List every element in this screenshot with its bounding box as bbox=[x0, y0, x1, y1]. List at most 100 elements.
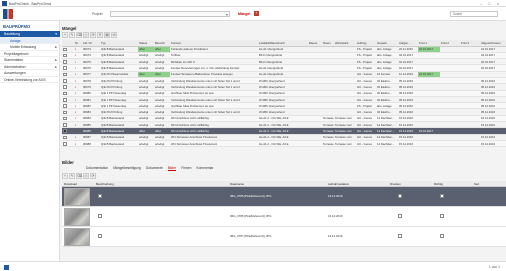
mail-icon[interactable]: ✉ bbox=[111, 32, 117, 38]
correct-checkbox[interactable] bbox=[440, 194, 444, 198]
maengel-section-title: Mängel bbox=[62, 26, 77, 31]
list-item[interactable]: IMG_0786 [PLE(Referenz)].JPG 16.12.2016 bbox=[62, 207, 506, 227]
description-checkbox[interactable] bbox=[98, 194, 102, 198]
add-icon[interactable]: + bbox=[62, 173, 68, 179]
clear-filter-icon[interactable]: × bbox=[254, 11, 259, 16]
detail-tabs: Dokumentation Mängelbeseitigung Dokumente B… bbox=[86, 166, 219, 172]
close-button[interactable]: × bbox=[497, 1, 499, 6]
sidebar-nav: Bauleitung ▾ Anlage Mobile Erfassung ▸ Pro… bbox=[0, 31, 60, 83]
project-select[interactable]: ▾ bbox=[110, 10, 230, 17]
date-text: 16.12.2016 bbox=[328, 234, 343, 238]
print-icon[interactable]: ⎙ bbox=[83, 173, 89, 179]
correct-checkbox[interactable] bbox=[440, 234, 444, 238]
column-header[interactable]: Download bbox=[64, 182, 77, 186]
column-header[interactable]: Drucken bbox=[390, 182, 401, 186]
maximize-button[interactable]: □ bbox=[488, 1, 490, 6]
tab-bilder[interactable]: Bilder bbox=[167, 166, 177, 171]
list-item[interactable]: IMG_0787 [PLE(Referenz)].JPG 16.12.2016 bbox=[62, 227, 506, 247]
row-checkbox[interactable] bbox=[63, 135, 67, 140]
row-checkbox[interactable] bbox=[63, 129, 67, 134]
row-checkbox[interactable] bbox=[63, 97, 67, 102]
brand-logo-icon bbox=[3, 9, 13, 19]
edit-icon[interactable]: ✎ bbox=[69, 173, 75, 179]
row-checkbox[interactable] bbox=[63, 66, 67, 71]
cell-kontext: WU-Terrassen Anschluss Türelement bbox=[170, 140, 258, 148]
photo-thumbnail[interactable] bbox=[64, 208, 90, 226]
edit-icon[interactable]: ✎ bbox=[69, 32, 75, 38]
description-checkbox[interactable] bbox=[98, 214, 102, 218]
tab-firmen[interactable]: Firmen bbox=[181, 166, 191, 170]
download-icon[interactable] bbox=[4, 265, 9, 270]
search-placeholder: Suche bbox=[453, 12, 463, 16]
bilder-section-title: Bilder bbox=[62, 160, 74, 165]
bilder-table: Download Beschreibung Dateiname Aufnahme… bbox=[62, 181, 506, 247]
cell-abg: 15.12.2016 bbox=[480, 140, 506, 148]
columns-icon[interactable]: ▤ bbox=[104, 32, 110, 38]
cell-f1 bbox=[418, 140, 440, 148]
cell-status: erledigt bbox=[138, 140, 154, 148]
table-row[interactable]: ▪ 00688 Q/E B Baubestand erledigt erledigt WU… bbox=[62, 140, 506, 148]
project-label: Projekt bbox=[92, 12, 103, 16]
tab-kommentar[interactable]: Kommentar bbox=[196, 166, 213, 170]
row-checkbox[interactable] bbox=[63, 91, 67, 96]
search-input[interactable]: Suche bbox=[450, 10, 498, 17]
cell-bereich: erledigt bbox=[154, 140, 170, 148]
app-header: Projekt ▾ Mängel × Suche bbox=[0, 7, 506, 21]
tab-m-ngelbeseitigung[interactable]: Mängelbeseitigung bbox=[113, 166, 141, 170]
row-checkbox[interactable] bbox=[63, 47, 67, 52]
filename-text: IMG_0787 [PLE(Referenz)].JPG bbox=[230, 234, 272, 238]
sidebar-item-label: Online-Verbindung zur AGS bbox=[4, 77, 46, 82]
cell-auftrag: GU - Genes bbox=[356, 140, 376, 148]
refresh-icon[interactable]: ⟳ bbox=[90, 173, 96, 179]
cell-typ: Q/E B Baubestand bbox=[100, 140, 138, 148]
photo-thumbnail[interactable] bbox=[64, 188, 90, 206]
maengel-button[interactable]: Mängel bbox=[235, 11, 253, 17]
pin-icon: ▪ bbox=[74, 140, 82, 148]
sidebar-item-label: Stammdaten bbox=[4, 58, 24, 62]
print-icon[interactable]: ⎙ bbox=[83, 32, 89, 38]
print-checkbox[interactable] bbox=[398, 194, 402, 198]
page-indicator: 1 von 1 bbox=[488, 265, 500, 269]
cell-raum: Terrasse bbox=[322, 140, 334, 148]
column-header[interactable]: Sort bbox=[474, 182, 479, 186]
sidebar-item-label: Mobile Erfassung bbox=[10, 45, 37, 49]
row-checkbox[interactable] bbox=[63, 53, 67, 58]
date-text: 16.12.2016 bbox=[328, 214, 343, 218]
row-checkbox[interactable] bbox=[63, 85, 67, 89]
row-checkbox[interactable] bbox=[63, 116, 67, 121]
row-checkbox[interactable] bbox=[63, 110, 67, 115]
cell-ebene bbox=[308, 140, 322, 148]
column-header[interactable]: Aufnahmedatum bbox=[328, 182, 349, 186]
print-checkbox[interactable] bbox=[398, 234, 402, 238]
column-header[interactable]: Richtig bbox=[434, 182, 443, 186]
column-header[interactable]: Dateiname bbox=[230, 182, 244, 186]
sidebar-item-online-verbindung[interactable]: Online-Verbindung zur AGS bbox=[0, 77, 60, 83]
column-header[interactable]: Beschreibung bbox=[96, 182, 114, 186]
tab-dokumente[interactable]: Dokumente bbox=[146, 166, 163, 170]
row-checkbox[interactable] bbox=[63, 142, 67, 146]
delete-icon[interactable]: ⌫ bbox=[76, 173, 82, 179]
row-checkbox[interactable] bbox=[63, 72, 67, 77]
date-text: 16.12.2016 bbox=[328, 194, 343, 198]
tab-dokumentation[interactable]: Dokumentation bbox=[86, 166, 108, 170]
description-checkbox[interactable] bbox=[98, 234, 102, 238]
row-checkbox[interactable] bbox=[63, 104, 67, 108]
sidebar-item-label: Auswertungen bbox=[4, 71, 26, 75]
list-item[interactable]: IMG_0785 [PLE(Referenz)].JPG 16.12.2016 bbox=[62, 187, 506, 207]
row-checkbox[interactable] bbox=[63, 79, 67, 83]
print-checkbox[interactable] bbox=[398, 214, 402, 218]
cell-f3 bbox=[460, 140, 480, 148]
correct-checkbox[interactable] bbox=[440, 214, 444, 218]
minimize-button[interactable]: – bbox=[480, 1, 482, 6]
row-checkbox[interactable] bbox=[63, 123, 67, 127]
refresh-icon[interactable]: ⟳ bbox=[90, 32, 96, 38]
sidebar-item-label: Bauleitung bbox=[4, 32, 21, 36]
delete-icon[interactable]: ⌫ bbox=[76, 32, 82, 38]
add-icon[interactable]: + bbox=[62, 32, 68, 38]
sidebar: BAUPRÜFMO Bauleitung ▾ Anlage Mobile Erfa… bbox=[0, 21, 60, 261]
cell-gewerk: 14 Dachdec... bbox=[376, 140, 398, 148]
search-icon[interactable]: ⚲ bbox=[97, 32, 103, 38]
photo-thumbnail[interactable] bbox=[64, 228, 90, 246]
row-checkbox[interactable] bbox=[63, 60, 67, 64]
window-titlebar: BauProCheck - BauProCheck – □ × bbox=[0, 0, 506, 7]
